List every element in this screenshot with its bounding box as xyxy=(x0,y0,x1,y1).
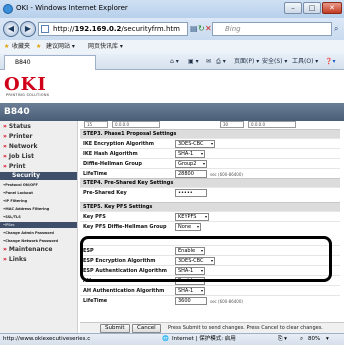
favorites-star-icon[interactable]: ★ xyxy=(4,40,9,54)
page-menu[interactable]: 页面(P) ▾ xyxy=(234,57,259,67)
stop-icon[interactable]: ✕ xyxy=(205,24,212,34)
row-ike-encryption: IKE Encryption Algorithm 3DES-CBC ▾ xyxy=(80,138,340,148)
web-slice-link[interactable]: 网页快讯库 ▾ xyxy=(88,40,123,54)
search-icon[interactable]: ⌕ xyxy=(334,24,338,34)
add-favorite-icon[interactable]: ★ xyxy=(36,40,41,54)
row-key-pfs-dh-group: Key PFS Diffie-Hellman Group None ▾ xyxy=(80,221,340,231)
title-bar: OKI - Windows Internet Explorer – □ ✕ xyxy=(0,0,344,18)
close-button[interactable]: ✕ xyxy=(322,2,342,14)
suggested-sites-link[interactable]: 建议网站 ▾ xyxy=(46,40,75,54)
oki-logo: OKI xyxy=(4,74,47,95)
window-title: OKI - Windows Internet Explorer xyxy=(16,4,128,12)
feeds-icon[interactable]: ▣ ▾ xyxy=(188,57,199,67)
sidebar-sub-change-admin-password[interactable]: •Change Admin Password xyxy=(3,231,54,235)
step5-header: STEP5. Key PFS Settings xyxy=(80,202,340,211)
tab-b840[interactable]: B840 xyxy=(4,55,96,70)
zoom-level[interactable]: 80% xyxy=(308,334,320,345)
sidebar-item-maintenance[interactable]: » Maintenance xyxy=(3,246,52,253)
pre-shared-key-input[interactable]: ••••• xyxy=(175,189,207,197)
tools-menu[interactable]: 工具(O) ▾ xyxy=(292,57,318,67)
sidebar-item-security[interactable]: Security xyxy=(0,172,77,180)
search-input[interactable]: Bing xyxy=(212,22,332,36)
button-hint: Press Submit to send changes. Press Canc… xyxy=(168,325,323,331)
highlight-box xyxy=(80,236,332,282)
sidebar-sub-panel-lockout[interactable]: •Panel Lockout xyxy=(3,191,33,195)
status-zone[interactable]: Internet | 保护模式: 启用 xyxy=(172,334,236,345)
status-security-icon[interactable]: ⎘ ▾ xyxy=(278,334,287,345)
ike-hash-select[interactable]: SHA-1 ▾ xyxy=(175,150,205,158)
url-field[interactable]: http://192.169.0.2/securityfrm.htm xyxy=(38,22,188,36)
top-field-2[interactable]: 0.0.0.0 xyxy=(112,121,160,128)
sidebar-sub-protocol[interactable]: •Protocol ON/OFF xyxy=(3,183,38,187)
minimize-button[interactable]: – xyxy=(284,2,302,14)
row-lifetime-ike: LifeTime 28800 sec (600-86400) xyxy=(80,168,340,178)
oki-tagline: PRINTING SOLUTIONS xyxy=(6,93,50,97)
oki-header: OKI PRINTING SOLUTIONS xyxy=(0,70,344,102)
back-button[interactable]: ◀ xyxy=(3,21,19,37)
favorites-bar: ★ 收藏夹 ★ 建议网站 ▾ 网页快讯库 ▾ xyxy=(0,40,344,54)
sidebar-sub-mac-filtering[interactable]: •MAC Address Filtering xyxy=(3,207,49,211)
page-icon xyxy=(41,25,49,33)
sidebar-item-print[interactable]: » Print xyxy=(3,163,25,170)
forward-button[interactable]: ▶ xyxy=(20,21,36,37)
favorites-label[interactable]: 收藏夹 xyxy=(12,40,30,54)
cancel-button[interactable]: Cancel xyxy=(132,324,161,333)
row-key-pfs: Key PFS KEYPFS ▾ xyxy=(80,211,340,221)
row-ah-authentication: AH Authentication Algorithm SHA-1 ▾ xyxy=(80,285,340,295)
refresh-icon[interactable]: ↻ xyxy=(198,24,205,34)
sidebar-sub-ipsec[interactable]: •IPSec xyxy=(0,222,77,228)
internet-zone-icon: 🌐 xyxy=(162,336,169,342)
help-icon[interactable]: ❓▾ xyxy=(325,57,335,67)
top-field-3[interactable]: 30 xyxy=(220,121,244,128)
top-partial-row: 15 0.0.0.0 30 0.0.0.0 xyxy=(80,121,340,129)
sidebar-sub-ip-filtering[interactable]: •IP Filtering xyxy=(3,199,27,203)
row-ike-hash: IKE Hash Algorithm SHA-1 ▾ xyxy=(80,148,340,158)
maximize-button[interactable]: □ xyxy=(303,2,321,14)
key-pfs-dh-group-select[interactable]: None ▾ xyxy=(175,223,201,231)
mail-icon[interactable]: ✉ xyxy=(206,57,211,67)
status-bar: http://www.okiexecutiveseries.c 🌐 Intern… xyxy=(0,333,344,345)
button-bar: Submit Cancel Press Submit to send chang… xyxy=(80,322,344,333)
ah-auth-select[interactable]: SHA-1 ▾ xyxy=(175,287,205,295)
tab-bar: B840 ⌂ ▾ ▣ ▾ ✉ ⎙ ▾ 页面(P) ▾ 安全(S) ▾ 工具(O)… xyxy=(0,54,344,70)
zoom-icon[interactable]: ⌕ xyxy=(300,334,303,345)
model-title: B840 xyxy=(0,103,344,121)
ie-logo-icon xyxy=(3,4,13,14)
sidebar-item-network[interactable]: » Network xyxy=(3,143,37,150)
ike-encryption-select[interactable]: 3DES-CBC ▾ xyxy=(175,140,215,148)
ike-lifetime-input[interactable]: 28800 xyxy=(175,170,207,178)
ipsec-form: 15 0.0.0.0 30 0.0.0.0 STEP3. Phase1 Prop… xyxy=(80,121,344,333)
sidebar-item-printer[interactable]: » Printer xyxy=(3,133,32,140)
safety-menu[interactable]: 安全(S) ▾ xyxy=(262,57,287,67)
key-pfs-select[interactable]: KEYPFS ▾ xyxy=(175,213,209,221)
sidebar-item-job-list[interactable]: » Job List xyxy=(3,153,34,160)
row-pre-shared-key: Pre-Shared Key ••••• xyxy=(80,187,340,197)
step4-header: STEP4. Pre-Shared Key Settings xyxy=(80,178,340,187)
step3-header: STEP3. Phase1 Proposal Settings xyxy=(80,129,340,138)
row-lifetime-esp: LifeTime 3600 sec (600-86400) xyxy=(80,295,340,305)
top-field-4[interactable]: 0.0.0.0 xyxy=(248,121,296,128)
sidebar-item-status[interactable]: » Status xyxy=(3,123,31,130)
page-content: OKI PRINTING SOLUTIONS B840 » Status » Pri… xyxy=(0,70,344,333)
compat-view-icon[interactable]: ▤ xyxy=(190,24,198,34)
print-icon[interactable]: ⎙ ▾ xyxy=(216,57,226,67)
sidebar-sub-ssl-tls[interactable]: •SSL/TLS xyxy=(3,215,21,219)
top-field-1[interactable]: 15 xyxy=(84,121,108,128)
dh-group-select[interactable]: Group2 ▾ xyxy=(175,160,207,168)
sidebar-sub-change-network-password[interactable]: •Change Network Password xyxy=(3,239,58,243)
zoom-dropdown-icon[interactable]: ▾ xyxy=(326,334,329,345)
esp-lifetime-input[interactable]: 3600 xyxy=(175,297,207,305)
row-dh-group: Diffie-Hellman Group Group2 ▾ xyxy=(80,158,340,168)
address-bar: ◀ ▶ http://192.169.0.2/securityfrm.htm ▤… xyxy=(0,18,344,40)
submit-button[interactable]: Submit xyxy=(100,324,130,333)
home-icon[interactable]: ⌂ ▾ xyxy=(170,57,179,67)
status-url: http://www.okiexecutiveseries.c xyxy=(3,336,91,342)
sidebar: » Status » Printer » Network » Job List » Pri… xyxy=(0,121,78,333)
sidebar-item-links[interactable]: » Links xyxy=(3,256,27,263)
